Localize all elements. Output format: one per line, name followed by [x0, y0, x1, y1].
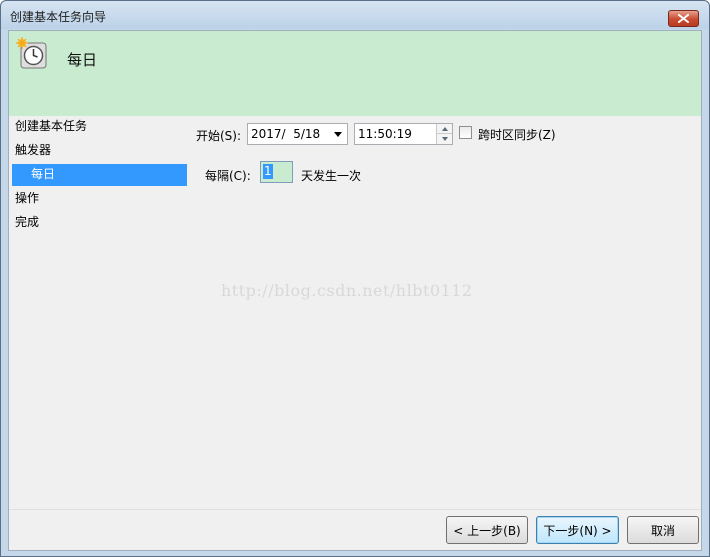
start-date-picker[interactable]: 2017/ 5/18 — [247, 123, 348, 145]
page-title: 每日 — [67, 51, 98, 69]
wizard-window: 创建基本任务向导 每日 创建基本任务 触发器 每日 操作 完成 开始(S): 2… — [0, 0, 710, 557]
arrow-down-icon — [441, 137, 448, 141]
nav-step-create-task[interactable]: 创建基本任务 — [15, 116, 87, 138]
back-button[interactable]: < 上一步(B) — [446, 516, 528, 544]
close-icon — [678, 14, 689, 23]
title-bar[interactable]: 创建基本任务向导 — [1, 1, 709, 29]
start-time-value: 11:50:19 — [358, 127, 412, 141]
nav-step-finish[interactable]: 完成 — [15, 212, 39, 234]
chevron-down-icon[interactable] — [334, 132, 342, 137]
start-label: 开始(S): — [196, 129, 242, 143]
wizard-header: 每日 — [9, 31, 701, 116]
wizard-steps-nav: 创建基本任务 触发器 每日 操作 完成 — [9, 116, 189, 516]
close-button[interactable] — [668, 10, 699, 27]
start-date-value: 2017/ 5/18 — [251, 127, 321, 141]
next-button[interactable]: 下一步(N) > — [536, 516, 619, 544]
spin-down-button[interactable] — [437, 134, 452, 144]
arrow-up-icon — [441, 126, 448, 131]
sync-timezone-checkbox[interactable] — [459, 126, 472, 139]
clock-icon — [16, 37, 47, 69]
footer-divider — [9, 509, 701, 510]
spin-up-button[interactable] — [437, 124, 452, 134]
nav-step-daily[interactable]: 每日 — [12, 164, 187, 186]
nav-step-action[interactable]: 操作 — [15, 188, 39, 210]
cancel-button[interactable]: 取消 — [627, 516, 699, 544]
nav-step-trigger[interactable]: 触发器 — [15, 140, 51, 162]
sync-timezone-label[interactable]: 跨时区同步(Z) — [478, 126, 556, 143]
window-title: 创建基本任务向导 — [10, 10, 107, 24]
interval-days-value: 1 — [263, 164, 273, 179]
start-time-field[interactable]: 11:50:19 — [354, 123, 453, 145]
time-spinner[interactable] — [436, 124, 452, 144]
every-label: 每隔(C): — [205, 169, 251, 183]
interval-suffix-label: 天发生一次 — [301, 169, 362, 183]
wizard-client-area: 每日 创建基本任务 触发器 每日 操作 完成 开始(S): 2017/ 5/18… — [8, 30, 702, 551]
watermark-text: http://blog.csdn.net/hlbt0112 — [221, 281, 473, 300]
interval-days-input[interactable]: 1 — [260, 161, 293, 183]
